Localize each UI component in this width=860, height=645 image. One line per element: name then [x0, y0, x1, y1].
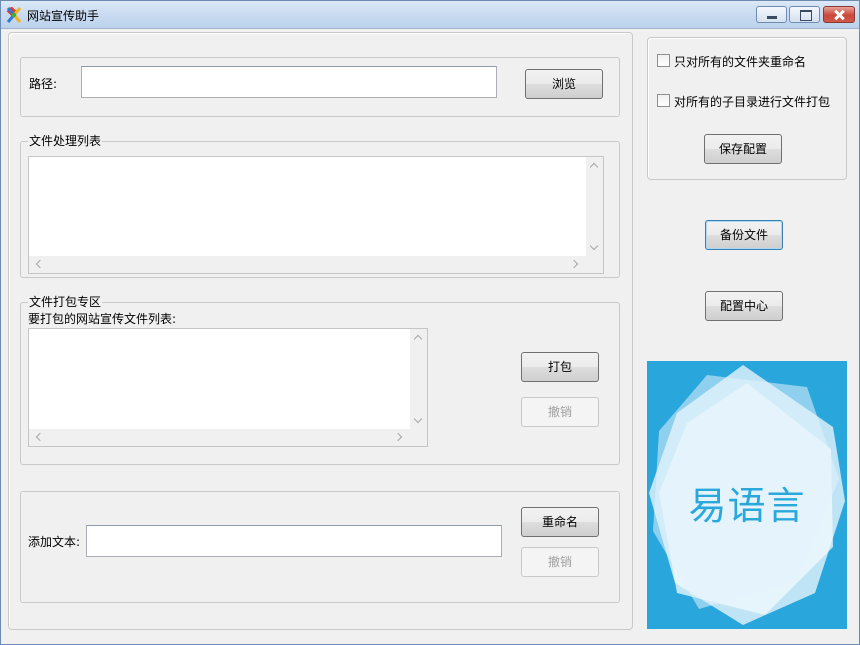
file-list-horizontal-scrollbar[interactable]	[29, 256, 603, 273]
pack-list-vertical-scrollbar[interactable]	[410, 329, 427, 429]
pack-list-horizontal-scrollbar[interactable]	[29, 429, 427, 446]
window-title: 网站宣传助手	[27, 9, 100, 23]
logo-text: 易语言	[688, 484, 806, 528]
scroll-right-icon[interactable]	[569, 259, 579, 269]
path-label: 路径:	[29, 77, 58, 91]
browse-button[interactable]: 浏览	[525, 69, 603, 99]
maximize-button[interactable]	[789, 6, 820, 23]
close-button[interactable]	[823, 6, 855, 23]
save-config-button[interactable]: 保存配置	[704, 134, 782, 164]
only-rename-folders-checkbox[interactable]	[657, 54, 670, 67]
pack-undo-button[interactable]: 撤销	[521, 397, 599, 427]
scroll-down-icon[interactable]	[413, 414, 423, 424]
pack-button[interactable]: 打包	[521, 352, 599, 382]
scroll-left-icon[interactable]	[35, 259, 45, 269]
pack-subdirs-label[interactable]: 对所有的子目录进行文件打包	[674, 93, 830, 110]
add-text-label: 添加文本:	[28, 535, 81, 549]
scroll-up-icon[interactable]	[413, 334, 423, 344]
app-icon	[6, 7, 22, 23]
minimize-button[interactable]	[756, 6, 787, 23]
scroll-left-icon[interactable]	[35, 432, 45, 442]
pack-legend: 文件打包专区	[28, 293, 103, 310]
pack-list-label: 要打包的网站宣传文件列表:	[28, 312, 177, 326]
file-process-list[interactable]	[28, 156, 604, 274]
main-window: 网站宣传助手 路径: 浏览 文件处理列表 文件打包专区 要打包的网站宣传文件列表…	[0, 0, 860, 645]
title-bar[interactable]: 网站宣传助手	[1, 1, 859, 29]
rename-button[interactable]: 重命名	[521, 507, 599, 537]
rename-undo-button[interactable]: 撤销	[521, 547, 599, 577]
backup-files-button[interactable]: 备份文件	[705, 220, 783, 250]
pack-file-list[interactable]	[28, 328, 428, 447]
only-rename-folders-label[interactable]: 只对所有的文件夹重命名	[674, 53, 806, 70]
pack-subdirs-checkbox[interactable]	[657, 94, 670, 107]
logo-image: 易语言	[647, 361, 847, 629]
file-list-legend: 文件处理列表	[28, 132, 103, 149]
scroll-right-icon[interactable]	[393, 432, 403, 442]
file-list-vertical-scrollbar[interactable]	[586, 157, 603, 256]
scroll-down-icon[interactable]	[589, 241, 599, 251]
scroll-up-icon[interactable]	[589, 162, 599, 172]
add-text-input[interactable]	[86, 525, 502, 557]
config-center-button[interactable]: 配置中心	[705, 291, 783, 321]
path-input[interactable]	[81, 66, 497, 98]
